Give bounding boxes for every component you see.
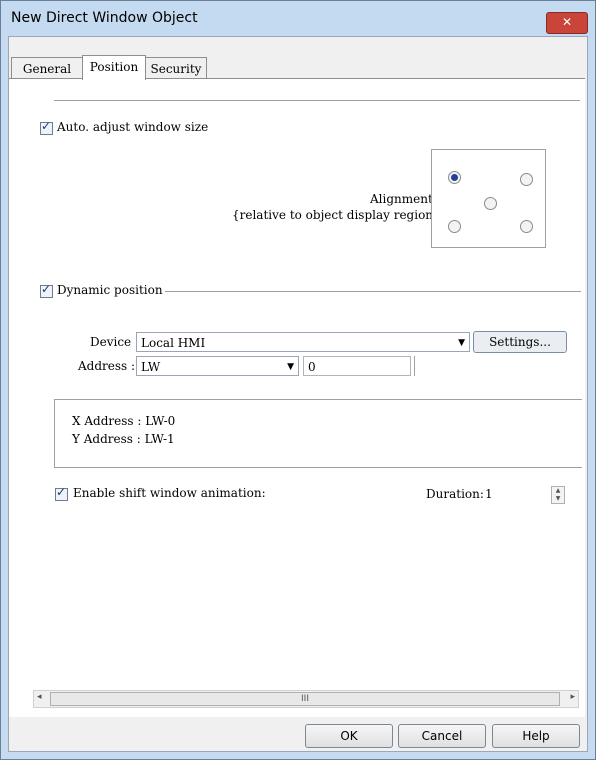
tab-security[interactable]: Security — [145, 57, 207, 80]
align-center-radio[interactable] — [484, 197, 497, 210]
device-select[interactable]: Local HMI ▼ — [136, 332, 470, 352]
shift-animation-checkbox[interactable] — [55, 485, 68, 501]
alignment-sublabel: {relative to object display region} — [232, 208, 441, 222]
window-title: New Direct Window Object — [11, 10, 198, 26]
chevron-down-icon: ▼ — [287, 362, 294, 372]
horizontal-scrollbar[interactable]: ◂ III ▸ — [33, 690, 579, 708]
scroll-right-icon[interactable]: ▸ — [570, 692, 575, 702]
cancel-button[interactable]: Cancel — [398, 724, 486, 748]
duration-input[interactable]: 1 — [485, 487, 493, 501]
auto-adjust-checkbox[interactable] — [40, 119, 53, 135]
tab-general[interactable]: General — [11, 57, 83, 80]
dialog-client: General Position Security — [8, 36, 588, 752]
address-type-select[interactable]: LW ▼ — [136, 356, 299, 376]
chevron-down-icon: ▼ — [458, 338, 465, 348]
duration-label: Duration: — [426, 487, 484, 501]
align-top-right-radio[interactable] — [520, 173, 533, 186]
dynamic-position-label: Dynamic position — [57, 283, 163, 297]
device-value: Local HMI — [141, 336, 206, 350]
duration-spinner[interactable]: ▲ ▼ — [551, 486, 565, 504]
scroll-left-icon[interactable]: ◂ — [37, 692, 42, 702]
address-number-input[interactable]: 0 — [303, 356, 411, 376]
settings-button[interactable]: Settings... — [473, 331, 567, 353]
address-label: Address : — [78, 359, 136, 373]
address-field-edge — [414, 356, 415, 376]
y-address-text: Y Address : LW-1 — [72, 432, 175, 446]
address-type-value: LW — [141, 360, 161, 374]
align-bottom-left-radio[interactable] — [448, 220, 461, 233]
help-button[interactable]: Help — [492, 724, 580, 748]
alignment-label: Alignment: — [370, 192, 437, 206]
align-top-left-radio[interactable] — [448, 171, 461, 184]
device-label: Device : — [90, 335, 140, 349]
address-info-box: X Address : LW-0 Y Address : LW-1 — [54, 399, 582, 468]
address-number-value: 0 — [308, 360, 316, 374]
close-button[interactable]: ✕ — [546, 12, 588, 34]
align-bottom-right-radio[interactable] — [520, 220, 533, 233]
ok-button[interactable]: OK — [305, 724, 393, 748]
auto-adjust-label: Auto. adjust window size — [57, 120, 209, 134]
alignment-box — [431, 149, 546, 248]
title-bar[interactable]: New Direct Window Object ✕ — [1, 1, 595, 37]
dynamic-position-checkbox[interactable] — [40, 282, 53, 298]
grip-icon: III — [301, 694, 309, 704]
shift-animation-label: Enable shift window animation: — [73, 486, 266, 500]
dynamic-position-groupline — [165, 291, 581, 292]
x-address-text: X Address : LW-0 — [72, 414, 176, 428]
scrollbar-thumb[interactable]: III — [50, 692, 560, 706]
separator-top — [54, 100, 580, 101]
tab-position[interactable]: Position — [82, 55, 146, 80]
